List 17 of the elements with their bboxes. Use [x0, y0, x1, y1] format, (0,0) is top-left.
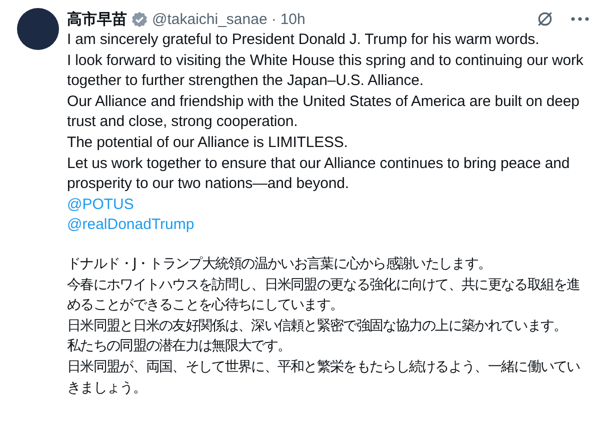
post-text: I look forward to visiting the White House this spring and to continuing our work together to further strengthen the Japan–U.S. Alliance. [67, 50, 584, 92]
post-text: Let us work together to ensure that our Alliance continues to bring peace and prosperity to our two nations—and beyond. [67, 154, 571, 194]
author-name[interactable]: 高市早苗 [67, 10, 127, 28]
post-text: Our Alliance and friendship with the United States of America are built on deep trust and close, strong cooperation. [67, 92, 580, 132]
post-text: 日米同盟と日米の友好関係は、深い信頼と緊密で強固な協力の上に築かれています。 [67, 316, 568, 336]
separator-dot: · [271, 10, 276, 28]
post-text: ドナルド・J・トランプ大統領の温かいお言葉に心から感謝いたします。 [67, 254, 492, 274]
post-text: 私たちの同盟の潜在力は無限大です。 [67, 337, 292, 356]
post-text: 日米同盟が、両国、そして世界に、平和と繁栄をもたらし続けるよう、一緒に働いていきましょう。 [67, 358, 581, 398]
author-handle[interactable]: @takaichi_sanae [152, 10, 268, 28]
slashed-circle-icon[interactable] [536, 10, 554, 28]
post-time[interactable]: 10h [280, 10, 306, 28]
more-options-icon[interactable] [570, 16, 590, 22]
post-text: The potential of our Alliance is LIMITLESS. [67, 132, 349, 153]
post-text: 今春にホワイトハウスを訪問し、日米同盟の更なる強化に向けて、共に更なる取組を進めることができることを心待ちにしています。 [67, 276, 581, 316]
avatar[interactable] [17, 8, 59, 50]
post-text: I am sincerely grateful to President Donald J. Trump for his warm words. [67, 30, 540, 50]
